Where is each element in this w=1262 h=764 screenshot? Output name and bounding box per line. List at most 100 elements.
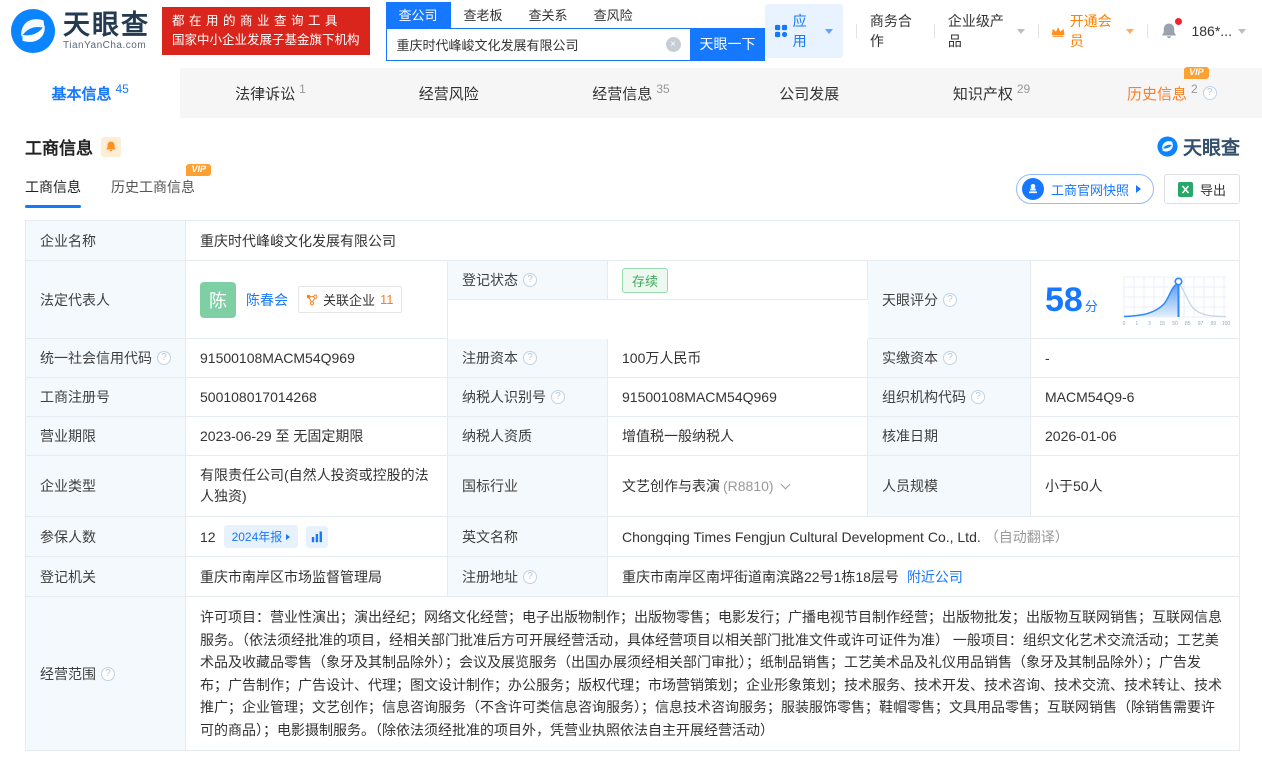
table-row: 统一社会信用代码? 91500108MACM54Q969 注册资本? 100万人… bbox=[26, 339, 1239, 378]
status-badge: 存续 bbox=[622, 267, 669, 293]
tab-label: 知识产权 bbox=[952, 85, 1013, 103]
tianyancha-logo-icon bbox=[10, 8, 56, 54]
export-button[interactable]: 导出 bbox=[1163, 174, 1240, 204]
divider bbox=[933, 24, 935, 38]
tab-intellectual-property[interactable]: 知识产权 29 bbox=[901, 68, 1081, 118]
search-input[interactable] bbox=[386, 36, 666, 52]
chevron-down-icon bbox=[1016, 28, 1025, 34]
search-tab-relation[interactable]: 查关系 bbox=[516, 2, 581, 28]
english-name-value: Chongqing Times Fengjun Cultural Develop… bbox=[608, 517, 1239, 557]
watermark-logo: 天眼查 bbox=[1157, 133, 1240, 160]
field-label: 参保人数 bbox=[26, 517, 186, 557]
field-label: 注册地址? bbox=[448, 557, 608, 597]
nav-open-vip[interactable]: 开通会员 bbox=[1051, 11, 1134, 51]
reg-status-value: 存续 bbox=[608, 261, 868, 300]
subtab-business-info[interactable]: 工商信息 bbox=[25, 177, 81, 208]
nav-business-coop[interactable]: 商务合作 bbox=[870, 11, 921, 51]
field-label: 实缴资本? bbox=[868, 339, 1031, 378]
tab-company-development[interactable]: 公司发展 bbox=[721, 68, 901, 118]
search-tabs: 查公司 查老板 查关系 查风险 bbox=[385, 1, 765, 28]
svg-text:1: 1 bbox=[1135, 321, 1138, 327]
search-tab-risk[interactable]: 查风险 bbox=[581, 2, 646, 28]
tianyancha-logo[interactable]: 天眼查 TianYanCha.com bbox=[10, 8, 150, 54]
bell-icon bbox=[106, 141, 116, 152]
help-icon[interactable]: ? bbox=[943, 292, 957, 307]
address-value: 重庆市南岸区南坪街道南滨路22号1栋18层号 附近公司 bbox=[608, 557, 1239, 597]
brand-name: 天眼查 bbox=[63, 10, 150, 41]
legal-rep-link[interactable]: 陈春会 bbox=[246, 290, 288, 310]
help-icon[interactable]: ? bbox=[157, 351, 171, 365]
apps-menu[interactable]: 应用 bbox=[764, 4, 843, 58]
clear-icon[interactable]: × bbox=[665, 36, 681, 52]
vip-badge: VIP bbox=[186, 164, 211, 176]
help-icon[interactable]: ? bbox=[523, 273, 537, 287]
score-unit: 分 bbox=[1084, 298, 1098, 314]
help-icon[interactable]: ? bbox=[943, 351, 957, 365]
svg-text:0: 0 bbox=[1123, 321, 1126, 327]
legal-rep-value: 陈 陈春会 关联企业 11 bbox=[186, 261, 448, 339]
table-row: 企业类型 有限责任公司(自然人投资或控股的法人独资) 国标行业 文艺创作与表演 … bbox=[26, 456, 1239, 517]
help-icon[interactable]: ? bbox=[551, 390, 565, 404]
related-companies-button[interactable]: 关联企业 11 bbox=[298, 286, 402, 313]
tab-history-info[interactable]: VIP 历史信息 2 ? bbox=[1082, 66, 1262, 118]
excel-icon bbox=[1177, 181, 1193, 197]
slogan-banner: 都在用的商业查询工具 国家中小企业发展子基金旗下机构 bbox=[162, 6, 370, 56]
company-type-value: 有限责任公司(自然人投资或控股的法人独资) bbox=[186, 456, 448, 517]
tab-count: 1 bbox=[299, 81, 306, 96]
taxpayer-type-value: 增值税一般纳税人 bbox=[608, 417, 868, 456]
official-snapshot-button[interactable]: 工商官网快照 bbox=[1015, 174, 1154, 204]
insured-trend-button[interactable] bbox=[306, 525, 329, 548]
tab-count: 45 bbox=[115, 81, 129, 96]
help-icon[interactable]: ? bbox=[523, 569, 537, 584]
chevron-down-icon[interactable] bbox=[780, 479, 791, 489]
user-menu[interactable]: 186*... bbox=[1191, 23, 1246, 39]
table-row: 营业期限 2023-06-29 至 无固定期限 纳税人资质 增值税一般纳税人 核… bbox=[26, 417, 1239, 456]
section-title: 工商信息 bbox=[25, 139, 93, 158]
field-label: 人员规模 bbox=[868, 456, 1031, 517]
tab-label: 法律诉讼 bbox=[235, 85, 296, 103]
table-row: 法定代表人 陈 陈春会 关联企业 11 登记状态? 存续 天眼评分? 58 分 bbox=[26, 261, 1239, 339]
search-tab-boss[interactable]: 查老板 bbox=[451, 2, 516, 28]
tab-operation-info[interactable]: 经营信息 35 bbox=[541, 68, 721, 118]
subtab-history-business-info[interactable]: VIP 历史工商信息 bbox=[111, 164, 211, 208]
staff-size-value: 小于50人 bbox=[1031, 456, 1239, 517]
score-value: 58 分 0 1 3 15 50 85 97 99 100 bbox=[1031, 261, 1239, 339]
snapshot-label: 工商官网快照 bbox=[1050, 182, 1129, 198]
search-button[interactable]: 天眼一下 bbox=[690, 27, 765, 61]
tab-legal-lawsuits[interactable]: 法律诉讼 1 bbox=[180, 68, 360, 118]
divider bbox=[855, 24, 857, 38]
org-code-value: MACM54Q9-6 bbox=[1031, 378, 1239, 417]
avatar[interactable]: 陈 bbox=[200, 281, 236, 318]
annual-report-button[interactable]: 2024年报 bbox=[223, 525, 299, 548]
watermark-text: 天眼查 bbox=[1182, 138, 1240, 159]
business-scope-value: 许可项目：营业性演出；演出经纪；网络文化经营；电子出版物制作；出版物零售；电影发… bbox=[186, 597, 1239, 750]
chevron-down-icon bbox=[1125, 28, 1134, 34]
nav-enterprise-products[interactable]: 企业级产品 bbox=[948, 11, 1025, 51]
tab-label: 公司发展 bbox=[779, 85, 840, 103]
field-label: 纳税人资质 bbox=[448, 417, 608, 456]
tab-count: 35 bbox=[656, 81, 670, 96]
score-distribution-chart[interactable]: 0 1 3 15 50 85 97 99 100 bbox=[1121, 273, 1233, 327]
tab-basic-info[interactable]: 基本信息 45 bbox=[0, 68, 181, 118]
stamp-icon bbox=[1021, 178, 1044, 200]
related-count: 11 bbox=[380, 292, 394, 307]
nearby-companies-link[interactable]: 附近公司 bbox=[907, 567, 963, 587]
tab-label: 经营信息 bbox=[592, 85, 653, 103]
subtab-label: 历史工商信息 bbox=[111, 179, 195, 195]
help-icon[interactable]: ? bbox=[523, 351, 537, 365]
brand-domain: TianYanCha.com bbox=[63, 39, 147, 51]
field-label: 统一社会信用代码? bbox=[26, 339, 186, 378]
tab-operation-risk[interactable]: 经营风险 bbox=[361, 68, 541, 118]
help-icon[interactable]: ? bbox=[1202, 86, 1217, 100]
enterprise-products-label: 企业级产品 bbox=[947, 13, 1004, 49]
search-tab-company[interactable]: 查公司 bbox=[385, 1, 451, 28]
table-row: 企业名称 重庆时代峰峻文化发展有限公司 bbox=[26, 221, 1239, 261]
paid-capital-value: - bbox=[1031, 339, 1239, 378]
help-icon[interactable]: ? bbox=[101, 666, 115, 681]
field-label: 英文名称 bbox=[448, 517, 608, 557]
notification-bell[interactable] bbox=[1160, 18, 1183, 41]
tianyancha-logo-icon bbox=[1157, 136, 1178, 157]
help-icon[interactable]: ? bbox=[971, 390, 985, 404]
field-label: 组织机构代码? bbox=[868, 378, 1031, 417]
subscribe-bell-button[interactable] bbox=[101, 136, 121, 157]
